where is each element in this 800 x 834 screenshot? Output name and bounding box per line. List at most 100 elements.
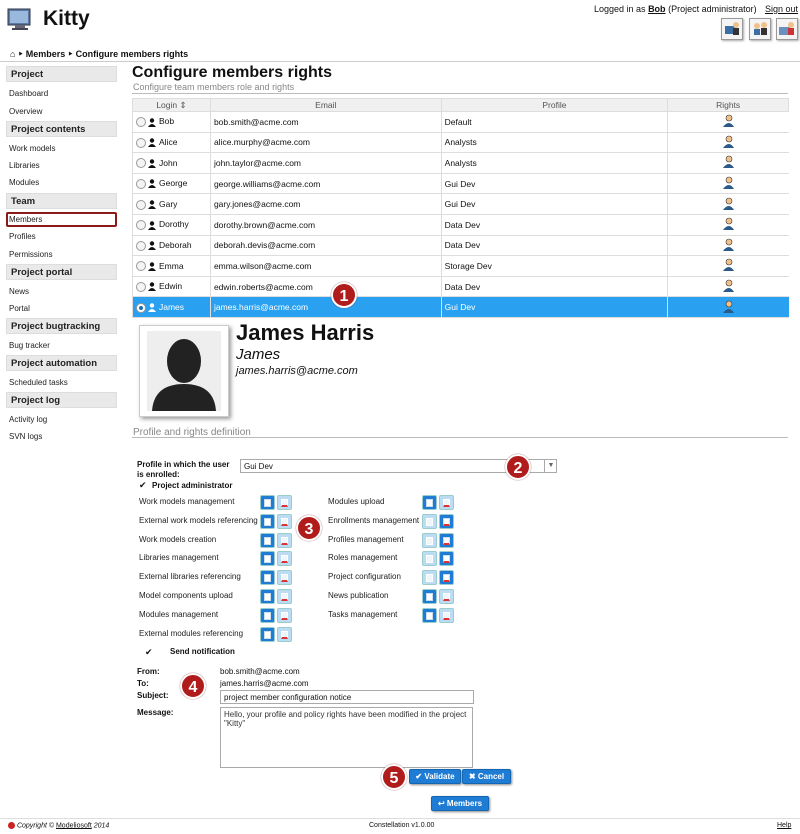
members-button[interactable]: ↩ Members xyxy=(431,796,489,811)
profile-cell: Data Dev xyxy=(440,235,668,257)
help-link[interactable]: Help xyxy=(777,822,791,829)
row-select-radio[interactable] xyxy=(136,158,146,169)
signout-link[interactable]: Sign out xyxy=(765,4,798,14)
sidebar-item-scheduled-tasks[interactable]: Scheduled tasks xyxy=(9,378,68,387)
sidebar-item-bug-tracker[interactable]: Bug tracker xyxy=(9,341,50,350)
sidebar-item-work-models[interactable]: Work models xyxy=(9,144,56,153)
validate-button[interactable]: ✔ Validate xyxy=(409,769,461,784)
write-toggle-icon[interactable] xyxy=(277,495,292,510)
write-toggle-icon[interactable] xyxy=(277,589,292,604)
workspace-icon[interactable] xyxy=(721,18,743,40)
read-toggle-icon[interactable] xyxy=(422,551,437,567)
table-row[interactable]: John john.taylor@acme.com Analysts xyxy=(132,152,789,174)
user-rights-icon[interactable] xyxy=(722,238,735,251)
table-row[interactable]: George george.williams@acme.com Gui Dev xyxy=(132,173,789,195)
col-header-rights[interactable]: Rights xyxy=(667,98,789,112)
rights-section-divider xyxy=(132,437,788,438)
user-rights-icon[interactable] xyxy=(722,176,735,190)
message-textarea[interactable]: Hello, your profile and policy rights ha… xyxy=(220,707,473,768)
chevron-down-icon[interactable]: ▼ xyxy=(544,459,557,473)
write-toggle-icon[interactable] xyxy=(277,513,292,529)
write-toggle-icon[interactable] xyxy=(277,532,292,548)
row-select-radio[interactable] xyxy=(136,199,146,210)
read-toggle-icon[interactable] xyxy=(422,513,437,529)
user-role: (Project administrator) xyxy=(668,4,757,14)
user-rights-icon[interactable] xyxy=(722,217,735,231)
table-row[interactable]: Bob bob.smith@acme.com Default xyxy=(132,111,789,133)
write-toggle-icon[interactable] xyxy=(439,570,454,586)
table-row[interactable]: Gary gary.jones@acme.com Gui Dev xyxy=(132,193,789,215)
read-toggle-icon[interactable] xyxy=(260,551,275,567)
write-toggle-icon[interactable] xyxy=(439,532,454,548)
user-rights-icon[interactable] xyxy=(722,258,735,272)
project-admin-checkbox[interactable]: ✔ xyxy=(139,480,149,490)
read-toggle-icon[interactable] xyxy=(422,495,437,510)
user-rights-icon[interactable] xyxy=(722,135,735,148)
sidebar-item-libraries[interactable]: Libraries xyxy=(9,161,40,170)
write-toggle-icon[interactable] xyxy=(439,513,454,529)
user-rights-icon[interactable] xyxy=(722,300,735,313)
write-toggle-icon[interactable] xyxy=(277,551,292,567)
table-row[interactable]: Dorothy dorothy.brown@acme.com Data Dev xyxy=(132,214,789,236)
col-header-login[interactable]: Login ⇕ xyxy=(132,98,211,112)
team-icon[interactable] xyxy=(749,18,771,40)
sidebar-item-permissions[interactable]: Permissions xyxy=(9,250,53,259)
read-toggle-icon[interactable] xyxy=(260,626,275,642)
breadcrumb-members[interactable]: Members xyxy=(26,49,66,59)
send-notification-checkbox[interactable]: ✔ xyxy=(145,647,155,657)
row-select-radio[interactable] xyxy=(136,137,146,148)
read-toggle-icon[interactable] xyxy=(422,589,437,604)
read-toggle-icon[interactable] xyxy=(422,607,437,623)
write-toggle-icon[interactable] xyxy=(439,495,454,510)
read-toggle-icon[interactable] xyxy=(422,532,437,548)
admin-icon[interactable] xyxy=(776,18,798,40)
user-rights-icon[interactable] xyxy=(722,197,735,210)
table-row[interactable]: Edwin edwin.roberts@acme.com Data Dev xyxy=(132,276,789,298)
write-toggle-icon[interactable] xyxy=(439,607,454,623)
row-select-radio[interactable] xyxy=(136,117,146,128)
company-link[interactable]: Modeliosoft xyxy=(56,822,92,829)
user-rights-icon[interactable] xyxy=(722,279,735,293)
row-select-radio[interactable] xyxy=(136,261,146,272)
current-user-link[interactable]: Bob xyxy=(648,4,666,14)
table-row[interactable]: Deborah deborah.devis@acme.com Data Dev xyxy=(132,235,789,257)
row-select-radio[interactable] xyxy=(136,220,146,231)
read-toggle-icon[interactable] xyxy=(260,532,275,548)
sidebar-item-portal[interactable]: Portal xyxy=(9,304,30,313)
members-table: Login ⇕ Email Profile Rights Bob bob.smit… xyxy=(132,98,789,318)
subject-input[interactable]: project member configuration notice xyxy=(220,690,474,704)
sidebar-item-profiles[interactable]: Profiles xyxy=(9,232,36,241)
read-toggle-icon[interactable] xyxy=(260,607,275,623)
read-toggle-icon[interactable] xyxy=(260,513,275,529)
read-toggle-icon[interactable] xyxy=(422,570,437,586)
sidebar-item-activity-log[interactable]: Activity log xyxy=(9,415,47,424)
sidebar-item-dashboard[interactable]: Dashboard xyxy=(9,89,48,98)
sidebar-item-svn-logs[interactable]: SVN logs xyxy=(9,432,42,441)
row-select-radio[interactable] xyxy=(136,302,146,313)
row-select-radio[interactable] xyxy=(136,240,146,251)
cancel-button[interactable]: ✖ Cancel xyxy=(462,769,511,784)
write-toggle-icon[interactable] xyxy=(439,589,454,604)
row-select-radio[interactable] xyxy=(136,178,146,189)
read-toggle-icon[interactable] xyxy=(260,589,275,604)
sidebar-item-modules[interactable]: Modules xyxy=(9,178,39,187)
sidebar-item-news[interactable]: News xyxy=(9,287,29,296)
read-toggle-icon[interactable] xyxy=(260,495,275,510)
read-toggle-icon[interactable] xyxy=(260,570,275,586)
sidebar-item-members[interactable]: Members xyxy=(9,215,42,224)
write-toggle-icon[interactable] xyxy=(277,570,292,586)
sidebar-item-overview[interactable]: Overview xyxy=(9,107,42,116)
to-label: To: xyxy=(137,679,149,688)
write-toggle-icon[interactable] xyxy=(277,607,292,623)
table-row[interactable]: Alice alice.murphy@acme.com Analysts xyxy=(132,132,789,154)
table-row[interactable]: Emma emma.wilson@acme.com Storage Dev xyxy=(132,255,789,277)
write-toggle-icon[interactable] xyxy=(277,626,292,642)
col-header-email[interactable]: Email xyxy=(209,98,442,112)
home-icon[interactable]: ⌂ xyxy=(10,49,15,59)
user-rights-icon[interactable] xyxy=(722,155,735,169)
col-header-profile[interactable]: Profile xyxy=(440,98,669,112)
write-toggle-icon[interactable] xyxy=(439,551,454,567)
row-select-radio[interactable] xyxy=(136,281,146,292)
table-row[interactable]: James james.harris@acme.com Gui Dev xyxy=(132,296,789,318)
user-rights-icon[interactable] xyxy=(722,114,735,128)
